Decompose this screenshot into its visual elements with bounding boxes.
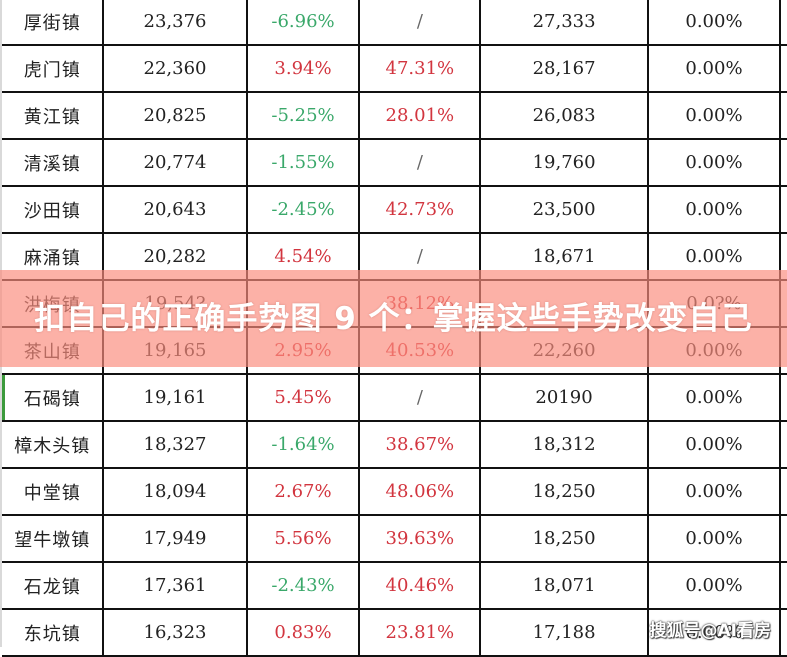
table-row: 虎门镇 22,360 3.94% 47.31% 28,167 0.00% — [2, 45, 787, 93]
rate-cell[interactable]: 38.67% — [359, 421, 482, 469]
change-cell[interactable]: 2.67% — [246, 468, 361, 516]
change-cell[interactable]: 5.45% — [246, 374, 361, 422]
table-row: 石碣镇 19,161 5.45%/20190 0.00% — [2, 374, 787, 422]
change-cell[interactable]: 5.56% — [246, 515, 361, 563]
price-cell[interactable]: 28,167 — [480, 45, 649, 93]
empty-cell[interactable] — [780, 92, 787, 140]
empty-cell[interactable] — [780, 139, 787, 187]
change-cell[interactable]: 0.83% — [246, 609, 361, 657]
price-cell[interactable]: 18,071 — [480, 562, 649, 610]
pct-cell[interactable]: 0.00% — [647, 421, 782, 469]
value-cell[interactable]: 20,643 — [103, 186, 248, 234]
change-cell[interactable]: 3.94% — [246, 45, 361, 93]
rate-cell[interactable]: 40.46% — [359, 562, 482, 610]
title-banner: 扣自己的正确手势图 9 个：掌握这些手势改变自己 — [0, 270, 787, 367]
price-cell[interactable]: 18,312 — [480, 421, 649, 469]
rate-cell[interactable]: 47.31% — [359, 45, 482, 93]
value-cell[interactable]: 17,361 — [103, 562, 248, 610]
town-cell[interactable]: 石龙镇 — [2, 562, 105, 610]
change-cell[interactable]: -1.64% — [246, 421, 361, 469]
price-cell[interactable]: 27,333 — [480, 0, 649, 46]
watermark: 搜狐号@AI看房 — [649, 621, 771, 641]
change-cell[interactable]: -2.45% — [246, 186, 361, 234]
banner-title: 扣自己的正确手势图 9 个：掌握这些手势改变自己 — [34, 300, 753, 337]
table-row: 樟木头镇 18,327 -1.64% 38.67% 18,312 0.00% — [2, 421, 787, 469]
empty-cell[interactable] — [780, 421, 787, 469]
town-cell[interactable]: 石碣镇 — [2, 374, 105, 422]
town-cell[interactable]: 厚街镇 — [2, 0, 105, 46]
value-cell[interactable]: 19,161 — [103, 374, 248, 422]
price-cell[interactable]: 20190 — [480, 374, 649, 422]
pct-cell[interactable]: 0.00% — [647, 468, 782, 516]
empty-cell[interactable] — [780, 609, 787, 657]
value-cell[interactable]: 18,094 — [103, 468, 248, 516]
table-row: 望牛墩镇 17,949 5.56% 39.63% 18,250 0.00% — [2, 515, 787, 563]
change-cell[interactable]: -1.55% — [246, 139, 361, 187]
change-cell[interactable]: -6.96% — [246, 0, 361, 46]
table-row: 厚街镇 23,376 -6.96%/27,333 0.00% — [2, 0, 787, 46]
value-cell[interactable]: 22,360 — [103, 45, 248, 93]
rate-cell[interactable]: 23.81% — [359, 609, 482, 657]
town-cell[interactable]: 清溪镇 — [2, 139, 105, 187]
rate-cell[interactable]: 28.01% — [359, 92, 482, 140]
empty-cell[interactable] — [780, 468, 787, 516]
pct-cell[interactable]: 0.00% — [647, 374, 782, 422]
value-cell[interactable]: 17,949 — [103, 515, 248, 563]
town-cell[interactable]: 黄江镇 — [2, 92, 105, 140]
change-cell[interactable]: -2.43% — [246, 562, 361, 610]
empty-cell[interactable] — [780, 186, 787, 234]
price-cell[interactable]: 18,250 — [480, 468, 649, 516]
table-row: 石龙镇 17,361 -2.43% 40.46% 18,071 0.00% — [2, 562, 787, 610]
table-row: 清溪镇 20,774 -1.55%/19,760 0.00% — [2, 139, 787, 187]
value-cell[interactable]: 18,327 — [103, 421, 248, 469]
rate-cell[interactable]: 42.73% — [359, 186, 482, 234]
pct-cell[interactable]: 0.00% — [647, 92, 782, 140]
price-cell[interactable]: 23,500 — [480, 186, 649, 234]
pct-cell[interactable]: 0.00% — [647, 562, 782, 610]
change-cell[interactable]: -5.25% — [246, 92, 361, 140]
rate-cell[interactable]: / — [359, 374, 482, 422]
table-row: 黄江镇 20,825 -5.25% 28.01% 26,083 0.00% — [2, 92, 787, 140]
town-cell[interactable]: 沙田镇 — [2, 186, 105, 234]
town-cell[interactable]: 东坑镇 — [2, 609, 105, 657]
value-cell[interactable]: 20,774 — [103, 139, 248, 187]
pct-cell[interactable]: 0.00% — [647, 515, 782, 563]
town-cell[interactable]: 中堂镇 — [2, 468, 105, 516]
town-cell[interactable]: 望牛墩镇 — [2, 515, 105, 563]
pct-cell[interactable]: 0.00% — [647, 139, 782, 187]
price-cell[interactable]: 18,250 — [480, 515, 649, 563]
pct-cell[interactable]: 0.00% — [647, 45, 782, 93]
value-cell[interactable]: 23,376 — [103, 0, 248, 46]
empty-cell[interactable] — [780, 45, 787, 93]
rate-cell[interactable]: / — [359, 0, 482, 46]
empty-cell[interactable] — [780, 515, 787, 563]
pct-cell[interactable]: 0.00% — [647, 186, 782, 234]
pct-cell[interactable]: 0.00% — [647, 0, 782, 46]
table-row: 中堂镇 18,094 2.67% 48.06% 18,250 0.00% — [2, 468, 787, 516]
table-row: 沙田镇 20,643 -2.45% 42.73% 23,500 0.00% — [2, 186, 787, 234]
rate-cell[interactable]: 39.63% — [359, 515, 482, 563]
value-cell[interactable]: 16,323 — [103, 609, 248, 657]
town-cell[interactable]: 樟木头镇 — [2, 421, 105, 469]
price-cell[interactable]: 17,188 — [480, 609, 649, 657]
empty-cell[interactable] — [780, 374, 787, 422]
rate-cell[interactable]: / — [359, 139, 482, 187]
value-cell[interactable]: 20,825 — [103, 92, 248, 140]
price-cell[interactable]: 26,083 — [480, 92, 649, 140]
price-cell[interactable]: 19,760 — [480, 139, 649, 187]
empty-cell[interactable] — [780, 0, 787, 46]
rate-cell[interactable]: 48.06% — [359, 468, 482, 516]
empty-cell[interactable] — [780, 562, 787, 610]
town-cell[interactable]: 虎门镇 — [2, 45, 105, 93]
